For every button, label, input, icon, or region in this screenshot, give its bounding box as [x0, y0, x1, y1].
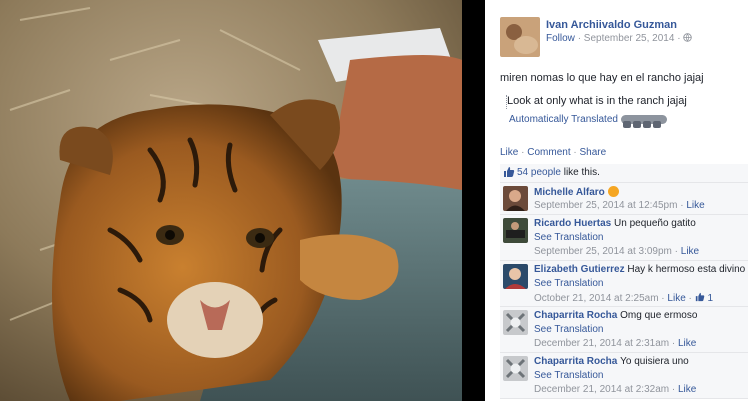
comment-meta: September 25, 2014 at 12:45pm · Like — [534, 200, 705, 211]
author-name[interactable]: Ivan Archiivaldo Guzman — [546, 19, 677, 31]
commenter-avatar[interactable] — [503, 310, 528, 335]
translation-rating-widget[interactable] — [621, 115, 667, 128]
commenter-name-link[interactable]: Elizabeth Gutierrez — [534, 264, 625, 275]
comment-date[interactable]: October 21, 2014 at 2:25am — [534, 293, 659, 304]
comment-meta: December 21, 2014 at 2:31am · Like — [534, 338, 697, 349]
commenter-name: Michelle Alfaro — [534, 186, 619, 198]
thumbs-up-icon — [695, 292, 704, 302]
commenter-name: Ricardo Huertas Un pequeño gatito — [534, 218, 696, 229]
comment-meta: September 25, 2014 at 3:09pm · Like — [534, 246, 700, 257]
comment-like-button[interactable]: Like — [667, 293, 685, 304]
comment-text: Omg que ermoso — [620, 310, 698, 321]
see-translation-link[interactable]: See Translation — [534, 324, 604, 335]
commenter-name: Chaparrita Rocha Omg que ermoso — [534, 310, 697, 321]
commenter-name-link[interactable]: Chaparrita Rocha — [534, 356, 617, 367]
comment-meta: October 21, 2014 at 2:25am · Like · 1 — [534, 292, 714, 304]
automatically-translated-link[interactable]: Automatically Translated — [509, 114, 618, 125]
commenter-avatar[interactable] — [503, 264, 528, 289]
post-side-panel: Ivan Archiivaldo Guzman Follow · Septemb… — [485, 0, 750, 401]
post-date[interactable]: September 25, 2014 — [584, 33, 675, 44]
comment-date[interactable]: December 21, 2014 at 2:31am — [534, 338, 669, 349]
post-translation: Look at only what is in the ranch jajaj — [507, 95, 687, 107]
commenter-name: Elizabeth Gutierrez Hay k hermoso esta d… — [534, 264, 745, 275]
commenter-avatar[interactable] — [503, 218, 528, 243]
rating-segment[interactable] — [623, 121, 631, 128]
comment-item: Elizabeth Gutierrez Hay k hermoso esta d… — [500, 261, 748, 307]
commenter-name-link[interactable]: Chaparrita Rocha — [534, 310, 617, 321]
photo-image — [0, 0, 462, 401]
comment-button[interactable]: Comment — [527, 147, 570, 158]
author-avatar[interactable] — [500, 17, 540, 57]
comment-likes-count[interactable]: 1 — [707, 293, 713, 304]
post-text: miren nomas lo que hay en el rancho jaja… — [500, 72, 704, 84]
comment-date[interactable]: September 25, 2014 at 3:09pm — [534, 246, 672, 257]
likes-suffix: like this. — [563, 167, 600, 178]
comment-item: Ricardo Huertas Un pequeño gatito See Tr… — [500, 215, 748, 261]
post-actions: Like · Comment · Share — [500, 147, 606, 158]
comment-date[interactable]: September 25, 2014 at 12:45pm — [534, 200, 677, 211]
share-button[interactable]: Share — [580, 147, 607, 158]
comment-date[interactable]: December 21, 2014 at 2:32am — [534, 384, 669, 395]
rating-segment[interactable] — [653, 121, 661, 128]
like-button[interactable]: Like — [500, 147, 518, 158]
tiger-cub-photo[interactable] — [0, 0, 462, 401]
see-translation-link[interactable]: See Translation — [534, 278, 604, 289]
comment-like-button[interactable]: Like — [678, 384, 696, 395]
follow-link[interactable]: Follow — [546, 33, 575, 44]
rating-segment[interactable] — [633, 121, 641, 128]
commenter-name-link[interactable]: Ricardo Huertas — [534, 218, 611, 229]
post-meta: Follow · September 25, 2014 · — [546, 33, 693, 44]
see-translation-link[interactable]: See Translation — [534, 232, 604, 243]
panel-divider — [462, 0, 485, 401]
comment-text: Un pequeño gatito — [614, 218, 696, 229]
commenter-avatar[interactable] — [503, 186, 528, 211]
likes-text: 54 people like this. — [517, 167, 600, 178]
thumbs-up-icon — [504, 167, 515, 177]
commenter-avatar[interactable] — [503, 356, 528, 381]
comment-like-button[interactable]: Like — [686, 200, 704, 211]
likes-count-link[interactable]: 54 people — [517, 167, 561, 178]
comment-like-button[interactable]: Like — [681, 246, 699, 257]
comment-item: Chaparrita Rocha Omg que ermoso See Tran… — [500, 307, 748, 353]
comment-text: Yo quisiera uno — [620, 356, 689, 367]
see-translation-link[interactable]: See Translation — [534, 370, 604, 381]
globe-icon — [683, 33, 693, 42]
comment-item: Michelle Alfaro September 25, 2014 at 12… — [500, 183, 748, 215]
smiley-emoji-icon — [607, 186, 619, 197]
rating-segment[interactable] — [643, 121, 651, 128]
comment-meta: December 21, 2014 at 2:32am · Like — [534, 384, 697, 395]
commenter-name: Chaparrita Rocha Yo quisiera uno — [534, 356, 689, 367]
comment-item: Chaparrita Rocha Yo quisiera uno See Tra… — [500, 353, 748, 399]
comment-text: Hay k hermoso esta divino — [627, 264, 746, 275]
commenter-name-link[interactable]: Michelle Alfaro — [534, 187, 605, 198]
comment-like-button[interactable]: Like — [678, 338, 696, 349]
comments-list: Michelle Alfaro September 25, 2014 at 12… — [500, 183, 748, 399]
likes-summary: 54 people like this. — [500, 164, 748, 183]
